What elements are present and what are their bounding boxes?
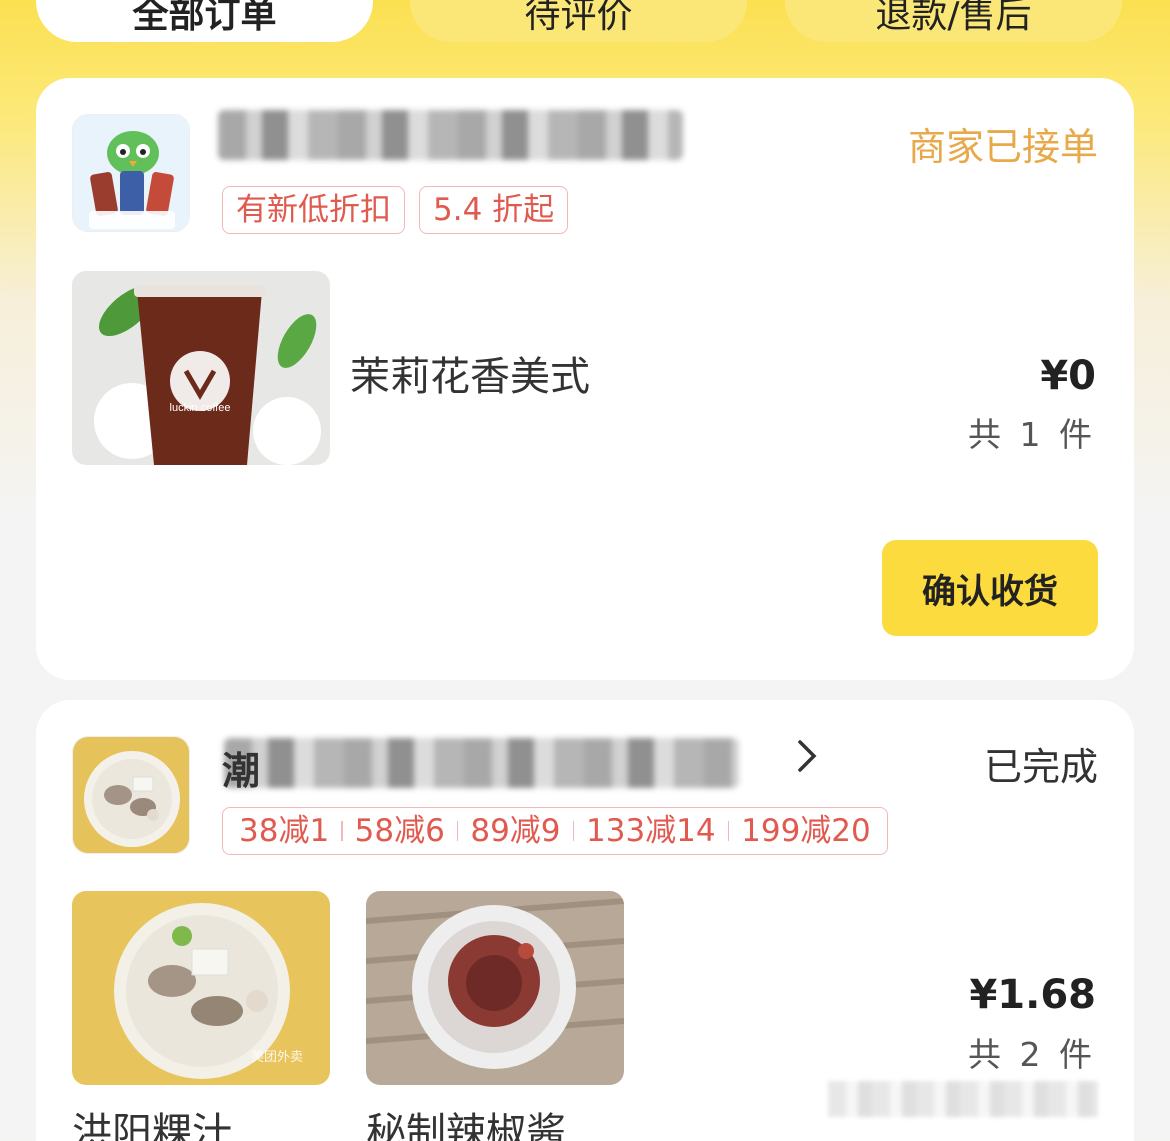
shop-logo[interactable]: [72, 114, 190, 232]
chevron-right-icon[interactable]: [792, 736, 822, 785]
order-price: ¥0: [1040, 353, 1096, 399]
tag-divider: [572, 821, 575, 841]
promo-tag: 有新低折扣: [222, 186, 405, 234]
coffee-brand-text: luckin coffee: [170, 402, 231, 414]
promo-tag: 5.4 折起: [419, 186, 569, 234]
discount-tags: 38减1 58减6 89减9 133减14 199减20: [222, 807, 888, 855]
item-image-noodle[interactable]: 美团外卖: [72, 891, 330, 1085]
item-image-sauce[interactable]: [366, 891, 624, 1085]
item-name: 秘制辣椒酱: [366, 1110, 566, 1141]
order-card[interactable]: 潮 已完成 38减1 58减6 89减9 133减14 199减20 美团外卖: [36, 700, 1134, 1141]
order-price: ¥1.68: [969, 972, 1096, 1018]
item-count: 共 2 件: [968, 1035, 1096, 1074]
watermark-text: 美团外卖: [251, 1050, 303, 1065]
discount-tag: 133减14: [586, 813, 716, 849]
tab-refund[interactable]: 退款/售后: [785, 0, 1122, 42]
shop-logo[interactable]: [72, 736, 190, 854]
shop-name-fragment: 潮: [222, 749, 261, 793]
shop-name-blurred[interactable]: [218, 110, 683, 160]
discount-tag: 38减1: [239, 813, 330, 849]
item-count: 共 1 件: [968, 415, 1096, 454]
blurred-text: [828, 1081, 1098, 1117]
noodle-bowl-image: 美团外卖: [72, 891, 330, 1085]
sauce-cup-image: [366, 891, 624, 1085]
order-card[interactable]: 商家已接单 有新低折扣 5.4 折起 luckin coffee 茉莉花香美式 …: [36, 78, 1134, 680]
coffee-cup-image: luckin coffee: [72, 271, 330, 465]
tab-all-orders[interactable]: 全部订单: [36, 0, 373, 42]
order-status: 已完成: [983, 745, 1098, 789]
tag-divider: [456, 821, 459, 841]
tab-to-review[interactable]: 待评价: [410, 0, 747, 42]
confirm-receipt-button[interactable]: 确认收货: [882, 540, 1098, 636]
item-image-coffee[interactable]: luckin coffee: [72, 271, 330, 465]
shop-name-blurred[interactable]: [224, 738, 739, 788]
order-status: 商家已接单: [907, 125, 1098, 169]
discount-tag: 89减9: [470, 813, 561, 849]
tag-divider: [341, 821, 343, 841]
luckin-logo-image: [73, 115, 189, 231]
discount-tag: 58减6: [354, 813, 445, 849]
discount-tag: 199减20: [741, 813, 871, 849]
order-tabs: 全部订单 待评价 退款/售后: [0, 0, 1170, 42]
noodle-bowl-logo-image: [73, 737, 189, 853]
item-name: 洪阳粿汁: [72, 1110, 232, 1141]
item-name: 茉莉花香美式: [350, 354, 590, 400]
tag-divider: [727, 821, 730, 841]
promo-tags: 有新低折扣 5.4 折起: [222, 186, 569, 234]
